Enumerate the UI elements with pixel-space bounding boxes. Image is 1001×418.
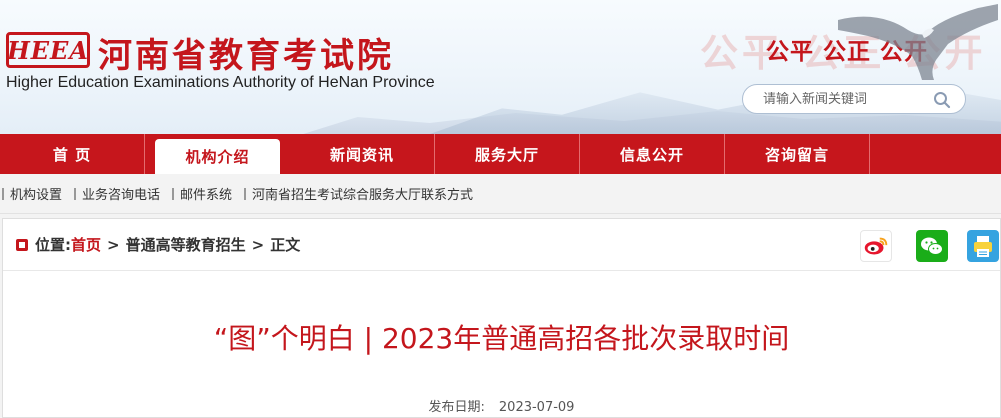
breadcrumb-label: 位置: (35, 236, 71, 254)
nav-item-consult[interactable]: 咨询留言 (725, 134, 870, 174)
eagle-icon (838, 4, 998, 80)
breadcrumb-separator: > (107, 235, 120, 254)
main-nav: 首 页 机构介绍 新闻资讯 服务大厅 信息公开 咨询留言 (0, 134, 1001, 174)
bullet-bar (74, 187, 77, 200)
sublink-service-hall-contact[interactable]: 河南省招生考试综合服务大厅联系方式 (244, 184, 473, 203)
breadcrumb-home[interactable]: 首页 (71, 234, 101, 255)
wechat-icon (921, 237, 943, 255)
nav-item-service-hall[interactable]: 服务大厅 (435, 134, 580, 174)
publish-date-label: 发布日期: (428, 400, 485, 415)
breadcrumb-section[interactable]: 普通高等教育招生 (126, 234, 246, 255)
sublink-label: 河南省招生考试综合服务大厅联系方式 (252, 188, 474, 203)
sublink-org-setup[interactable]: 机构设置 (2, 184, 62, 203)
sublink-mail-system[interactable]: 邮件系统 (172, 184, 232, 203)
bullet-bar (244, 187, 247, 200)
search-icon[interactable] (933, 91, 951, 109)
nav-item-about[interactable]: 机构介绍 (155, 139, 280, 174)
nav-item-news[interactable]: 新闻资讯 (290, 134, 435, 174)
site-header: HEEA 河南省教育考试院 Higher Education Examinati… (0, 0, 1001, 134)
bullet-bar (172, 187, 175, 200)
sublink-hotline[interactable]: 业务咨询电话 (74, 184, 160, 203)
weibo-icon (864, 237, 888, 255)
sub-links: 机构设置 业务咨询电话 邮件系统 河南省招生考试综合服务大厅联系方式 (0, 174, 1001, 214)
nav-item-info-disclosure[interactable]: 信息公开 (580, 134, 725, 174)
article-title: “图”个明白 | 2023年普通高招各批次录取时间 (213, 322, 790, 355)
wechat-share-button[interactable] (916, 230, 948, 262)
nav-item-home[interactable]: 首 页 (0, 134, 145, 174)
article-meta: 发布日期: 2023-07-09 (3, 396, 1000, 415)
bullet-bar (2, 187, 4, 200)
site-logo[interactable]: HEEA (6, 32, 90, 68)
print-icon (974, 236, 992, 257)
sublink-label: 邮件系统 (180, 188, 233, 203)
sublink-label: 业务咨询电话 (82, 188, 161, 203)
print-button[interactable] (967, 230, 999, 262)
breadcrumb-current: 正文 (270, 236, 301, 254)
weibo-share-button[interactable] (860, 230, 892, 262)
location-icon (16, 238, 28, 251)
site-name-en: Higher Education Examinations Authority … (6, 74, 435, 91)
breadcrumb-separator: > (251, 235, 265, 254)
publish-date: 2023-07-09 (498, 400, 575, 415)
search-input[interactable] (763, 91, 923, 107)
article-panel: 位置: 首页 > 普通高等教育招生 > 正文 “图”个明白 | 2023年普通高… (2, 218, 1001, 418)
sublink-label: 机构设置 (10, 188, 63, 203)
breadcrumb: 位置: 首页 > 普通高等教育招生 > 正文 (3, 219, 1000, 271)
search-box[interactable] (742, 84, 966, 114)
site-name: 河南省教育考试院 (98, 36, 394, 76)
